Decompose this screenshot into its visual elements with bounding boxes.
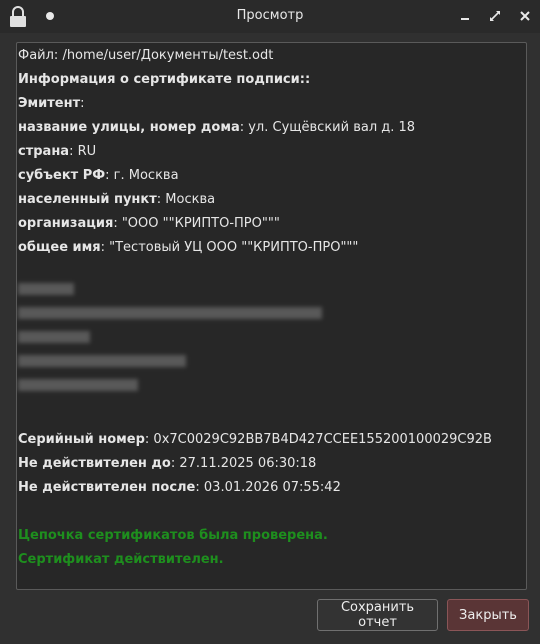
title-bar[interactable]: Просмотр	[0, 0, 540, 33]
file-label: Файл:	[18, 48, 59, 63]
serial-value: : 0x7C0029C92BB7B4D427CCEE155200100029C9…	[144, 432, 492, 447]
common-name-label: общее имя	[18, 240, 101, 255]
organization-label: организация	[18, 216, 114, 231]
locality-label: населенный пункт	[18, 192, 157, 207]
not-before-value: : 27.11.2025 06:30:18	[170, 456, 317, 471]
close-icon[interactable]	[518, 9, 532, 23]
not-before-line: Не действителен до: 27.11.2025 06:30:18	[18, 456, 316, 472]
issuer-line: Эмитент:	[18, 96, 85, 112]
maximize-icon[interactable]	[488, 9, 502, 23]
issuer-label: Эмитент	[18, 96, 81, 111]
redacted-bar	[18, 355, 186, 367]
redacted-bar	[18, 331, 90, 343]
save-report-button[interactable]: Сохранить отчет	[317, 599, 438, 631]
organization-line: организация: "ООО ""КРИПТО-ПРО"""	[18, 216, 280, 232]
country-label: страна	[18, 144, 70, 159]
street-label: название улицы, номер дома	[18, 120, 240, 135]
redacted-bar	[18, 283, 74, 295]
not-after-value: : 03.01.2026 07:55:42	[195, 480, 341, 495]
locality-value: : Москва	[156, 192, 216, 207]
common-name-line: общее имя: "Тестовый УЦ ООО ""КРИПТО-ПРО…	[18, 240, 358, 256]
report-panel[interactable]: Файл: /home/user/Документы/test.odt Инфо…	[16, 42, 527, 590]
street-line: название улицы, номер дома: ул. Сущёвски…	[18, 120, 415, 136]
issuer-colon: :	[80, 96, 85, 111]
region-label: субъект РФ	[18, 168, 106, 183]
preview-window: Просмотр Файл: /home/user/Документы/test…	[0, 0, 540, 644]
serial-line: Серийный номер: 0x7C0029C92BB7B4D427CCEE…	[18, 432, 492, 448]
redacted-bar	[18, 307, 322, 319]
file-line: Файл: /home/user/Документы/test.odt	[18, 48, 273, 64]
organization-value: : "ООО ""КРИПТО-ПРО"""	[113, 216, 280, 231]
not-before-label: Не действителен до	[18, 456, 171, 471]
cert-status: Сертификат действителен.	[18, 552, 224, 567]
not-after-line: Не действителен после: 03.01.2026 07:55:…	[18, 480, 341, 496]
file-value: /home/user/Документы/test.odt	[62, 48, 274, 63]
country-line: страна: RU	[18, 144, 96, 160]
region-line: субъект РФ: г. Москва	[18, 168, 179, 184]
serial-label: Серийный номер	[18, 432, 145, 447]
chain-status: Цепочка сертификатов была проверена.	[18, 528, 328, 543]
street-value: : ул. Сущёвский вал д. 18	[239, 120, 416, 135]
minimize-icon[interactable]	[458, 9, 472, 23]
region-value: : г. Москва	[105, 168, 179, 183]
redacted-block	[18, 283, 338, 403]
redacted-bar	[18, 379, 138, 391]
common-name-value: : "Тестовый УЦ ООО ""КРИПТО-ПРО"""	[100, 240, 359, 255]
cert-info-heading-text: Информация о сертификате подписи::	[18, 72, 311, 87]
locality-line: населенный пункт: Москва	[18, 192, 215, 208]
close-button[interactable]: Закрыть	[447, 599, 529, 631]
cert-info-heading: Информация о сертификате подписи::	[18, 72, 310, 88]
not-after-label: Не действителен после	[18, 480, 196, 495]
country-value: : RU	[69, 144, 97, 159]
